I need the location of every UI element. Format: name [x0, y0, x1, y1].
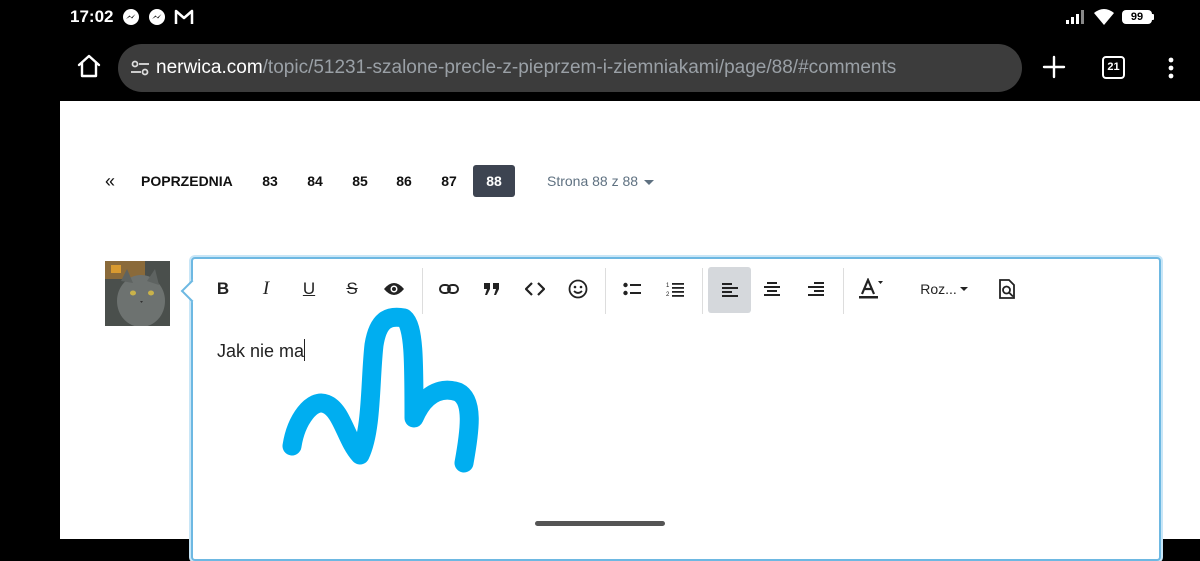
- numbered-list-button[interactable]: 12: [655, 269, 695, 309]
- more-vert-icon: [1168, 57, 1174, 79]
- editor-content[interactable]: Jak nie ma: [217, 339, 306, 362]
- clock: 17:02: [70, 7, 114, 26]
- bulleted-list-icon: [623, 282, 641, 296]
- eye-icon: [384, 283, 404, 295]
- page-link[interactable]: 84: [300, 165, 330, 197]
- preview-icon: [999, 279, 1015, 299]
- align-center-icon: [764, 282, 780, 296]
- gmail-icon: [174, 8, 194, 31]
- align-center-button[interactable]: [752, 269, 792, 309]
- new-tab-button[interactable]: [1042, 55, 1066, 79]
- spoiler-button[interactable]: [374, 269, 414, 309]
- browser-toolbar: nerwica.com/topic/51231-szalone-precle-z…: [60, 36, 1200, 101]
- page-jump-label: Strona 88 z 88: [547, 173, 639, 189]
- page-link[interactable]: 87: [434, 165, 464, 197]
- avatar[interactable]: [105, 261, 170, 326]
- align-right-button[interactable]: [796, 269, 836, 309]
- underline-button[interactable]: U: [289, 269, 329, 309]
- toolbar-separator: [605, 268, 606, 314]
- smiley-icon: [568, 279, 588, 299]
- text-cursor: [304, 339, 306, 361]
- bulleted-list-button[interactable]: [612, 269, 652, 309]
- svg-text:1: 1: [666, 283, 670, 289]
- bold-button[interactable]: B: [203, 269, 243, 309]
- battery-nub: [1152, 14, 1154, 20]
- emoji-button[interactable]: [558, 269, 598, 309]
- comment-editor[interactable]: B I U S 12 Roz... Jak nie ma: [180, 257, 1161, 561]
- quote-icon: [484, 283, 499, 295]
- plus-icon: [1042, 55, 1066, 79]
- cat-avatar-image: [105, 261, 170, 326]
- preview-button[interactable]: [987, 269, 1027, 309]
- page-link[interactable]: 85: [345, 165, 375, 197]
- editor-toolbar: B I U S 12 Roz...: [193, 259, 1159, 319]
- messenger-icon: [148, 8, 166, 31]
- editor-text: Jak nie ma: [217, 341, 305, 361]
- overflow-menu-button[interactable]: [1166, 56, 1176, 80]
- page-link[interactable]: 83: [255, 165, 285, 197]
- toolbar-separator: [843, 268, 844, 314]
- status-bar: 17:02 99: [0, 0, 1200, 36]
- italic-button[interactable]: I: [246, 269, 286, 309]
- bold-icon: B: [216, 279, 230, 298]
- previous-page-link[interactable]: POPRZEDNIA: [141, 165, 233, 197]
- code-button[interactable]: [515, 269, 555, 309]
- url-domain: nerwica.com: [156, 57, 263, 78]
- text-color-button[interactable]: [851, 269, 891, 309]
- strikethrough-button[interactable]: S: [332, 269, 372, 309]
- url-text: nerwica.com/topic/51231-szalone-precle-z…: [156, 57, 896, 79]
- caret-down-icon: [959, 287, 968, 291]
- web-page: « POPRZEDNIA 83 84 85 86 87 88 Strona 88…: [60, 101, 1200, 561]
- page-jump-dropdown[interactable]: Strona 88 z 88: [547, 165, 655, 197]
- site-settings-icon[interactable]: [130, 58, 150, 83]
- format-dropdown-label: Roz...: [920, 281, 957, 297]
- url-path: /topic/51231-szalone-precle-z-pieprzem-i…: [262, 57, 897, 78]
- quote-button[interactable]: [472, 269, 512, 309]
- link-icon: [439, 284, 459, 294]
- battery-icon: 99: [1122, 10, 1152, 24]
- page-link[interactable]: 86: [389, 165, 419, 197]
- align-right-icon: [808, 282, 824, 296]
- messenger-icon: [122, 8, 140, 31]
- tab-switcher-button[interactable]: 21: [1102, 56, 1125, 79]
- text-color-icon: [859, 278, 883, 299]
- align-left-icon: [721, 283, 738, 297]
- wifi-icon: [1093, 8, 1115, 31]
- signal-icon: [1066, 10, 1086, 29]
- strikethrough-icon: S: [346, 279, 358, 298]
- align-left-button[interactable]: [708, 267, 751, 313]
- caret-down-icon: [644, 179, 655, 185]
- link-button[interactable]: [429, 269, 469, 309]
- format-dropdown[interactable]: Roz...: [919, 269, 969, 309]
- italic-icon: I: [262, 278, 270, 299]
- home-button[interactable]: [76, 53, 102, 79]
- home-icon: [77, 54, 101, 78]
- code-icon: [525, 282, 545, 296]
- svg-text:2: 2: [666, 292, 670, 297]
- numbered-list-icon: 12: [666, 283, 684, 297]
- current-page[interactable]: 88: [473, 165, 515, 197]
- gesture-home-indicator[interactable]: [535, 521, 665, 526]
- toolbar-separator: [702, 268, 703, 314]
- url-bar[interactable]: nerwica.com/topic/51231-szalone-precle-z…: [118, 44, 1022, 92]
- toolbar-separator: [422, 268, 423, 314]
- first-page-link[interactable]: «: [100, 165, 120, 197]
- underline-icon: U: [302, 279, 316, 298]
